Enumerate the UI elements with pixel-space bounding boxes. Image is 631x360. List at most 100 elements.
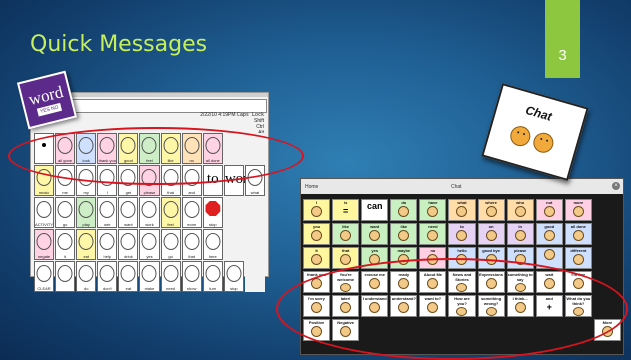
face-icon: [507, 123, 533, 149]
word-symbol-button[interactable]: turn: [202, 261, 223, 292]
chat-symbol-button[interactable]: do: [390, 199, 418, 221]
word-symbol-button[interactable]: drink: [118, 229, 139, 260]
chat-symbol-button[interactable]: where: [477, 199, 505, 221]
word-symbol-button[interactable]: [55, 261, 76, 292]
symbol-glyph: =: [342, 206, 349, 216]
word-symbol-button[interactable]: eat: [118, 261, 139, 292]
slide-title: Quick Messages: [30, 32, 208, 57]
word-symbol-button[interactable]: negate: [34, 229, 55, 260]
word-symbol-button[interactable]: eat: [76, 229, 97, 260]
chat-symbol-button[interactable]: who: [506, 199, 534, 221]
symbol-label: my: [83, 190, 89, 195]
symbol-label: need: [166, 286, 176, 291]
symbol-label: all done: [570, 224, 586, 229]
symbol-icon: [120, 233, 136, 250]
word-symbol-button[interactable]: go: [55, 197, 76, 228]
symbol-label: need: [428, 224, 438, 229]
symbol-label: more: [187, 222, 197, 227]
symbol-icon: [120, 201, 136, 218]
symbol-icon: [36, 233, 52, 250]
chat-symbol-button[interactable]: more: [564, 199, 592, 221]
person-icon: [369, 230, 381, 241]
symbol-label: that: [341, 248, 350, 253]
symbol-label: here: [208, 254, 217, 259]
chat-symbol-button[interactable]: to: [448, 223, 476, 245]
word-symbol-button[interactable]: it: [55, 229, 76, 260]
chat-symbol-button[interactable]: have: [419, 199, 447, 221]
status-time: 2/22/10 4:19PM: [200, 112, 236, 118]
word-symbol-button[interactable]: show: [181, 261, 202, 292]
word-symbol-button[interactable]: need: [160, 261, 181, 292]
symbol-label: good bye: [482, 248, 500, 253]
close-icon[interactable]: ×: [612, 182, 620, 190]
symbol-label: CLEAR: [37, 286, 51, 291]
symbol-label: help: [103, 254, 112, 259]
person-icon: [340, 230, 352, 241]
stop-sign-icon: [205, 201, 221, 216]
word-symbol-button[interactable]: help: [97, 229, 118, 260]
chat-symbol-button[interactable]: different: [564, 247, 592, 269]
chat-symbol-button[interactable]: it: [303, 247, 331, 269]
word-symbol-button[interactable]: CLEAR: [34, 261, 55, 292]
person-icon: [514, 230, 526, 241]
word-symbol-button[interactable]: do: [76, 261, 97, 292]
chat-symbol-button[interactable]: like: [332, 223, 360, 245]
symbol-label: see: [104, 222, 111, 227]
symbol-icon: [163, 233, 179, 250]
chat-symbol-button[interactable]: want: [361, 223, 389, 245]
symbol-label: I: [106, 190, 108, 195]
word-symbol-button[interactable]: stop: [202, 197, 223, 228]
word-symbol-button[interactable]: don't: [97, 261, 118, 292]
symbol-icon: [78, 201, 94, 218]
chat-symbol-button[interactable]: not: [535, 199, 563, 221]
symbol-label: like: [342, 224, 349, 229]
symbol-label: to: [460, 224, 464, 229]
symbol-label: maybe: [397, 248, 411, 253]
symbol-label: drink: [124, 254, 133, 259]
symbol-label: stop: [208, 222, 217, 227]
chat-symbol-button[interactable]: is =: [332, 199, 360, 221]
symbol-icon: [163, 201, 179, 218]
chat-symbol-button[interactable]: all done: [564, 223, 592, 245]
word-symbol-button[interactable]: yes: [139, 229, 160, 260]
symbol-label: go: [168, 254, 173, 259]
chat-symbol-button[interactable]: like: [390, 223, 418, 245]
word-symbol-button[interactable]: go: [160, 229, 181, 260]
symbol-icon: [226, 265, 242, 282]
chat-symbol-button[interactable]: in: [506, 223, 534, 245]
person-icon: [398, 206, 410, 217]
person-icon: [572, 254, 584, 265]
word-symbol-button[interactable]: feel: [160, 197, 181, 228]
chat-symbol-button[interactable]: you: [303, 223, 331, 245]
word-symbol-button[interactable]: see: [97, 197, 118, 228]
person-icon: [456, 230, 468, 241]
symbol-label: show: [187, 286, 197, 291]
word-symbol-button[interactable]: here: [202, 229, 223, 260]
symbol-label: please: [513, 248, 527, 253]
word-symbol-button[interactable]: ACTIVITY: [34, 197, 55, 228]
symbol-label: please: [143, 190, 156, 195]
chat-symbol-button[interactable]: can: [361, 199, 389, 221]
chat-symbol-button[interactable]: good: [535, 223, 563, 245]
word-symbol-button[interactable]: more: [181, 197, 202, 228]
symbol-label: want: [124, 222, 133, 227]
word-symbol-button[interactable]: that: [181, 229, 202, 260]
symbol-icon: [57, 265, 73, 282]
chat-symbol-button[interactable]: what: [448, 199, 476, 221]
symbol-icon: [36, 201, 52, 218]
person-icon: [543, 249, 555, 260]
chat-symbol-button[interactable]: need: [419, 223, 447, 245]
symbol-label: it: [64, 254, 67, 259]
word-symbol-button[interactable]: want: [118, 197, 139, 228]
slide-number: 3: [545, 0, 580, 78]
word-symbol-button: [223, 197, 244, 228]
word-symbol-button[interactable]: stop: [223, 261, 244, 292]
word-symbol-button[interactable]: work: [139, 197, 160, 228]
word-symbol-button[interactable]: play: [76, 197, 97, 228]
word-symbol-button[interactable]: make: [139, 261, 160, 292]
symbol-label: do: [401, 200, 407, 205]
home-button[interactable]: Home: [305, 184, 318, 190]
symbol-label: do: [83, 286, 89, 291]
chat-symbol-button[interactable]: I: [303, 199, 331, 221]
chat-symbol-button[interactable]: on: [477, 223, 505, 245]
